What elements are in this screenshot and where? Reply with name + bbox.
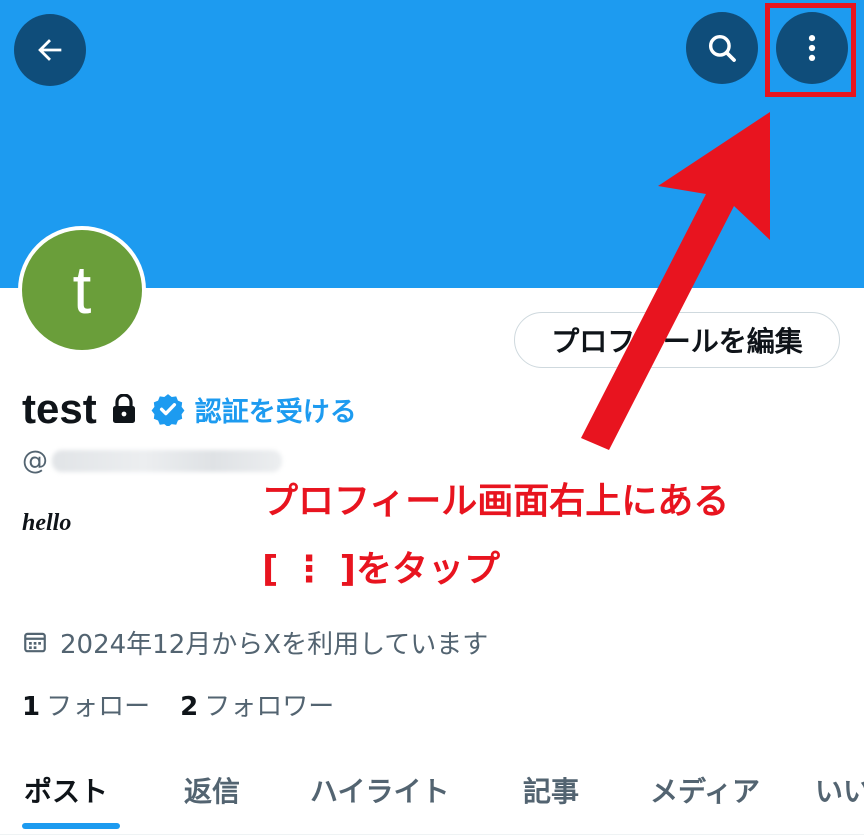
back-button[interactable] bbox=[14, 14, 86, 86]
arrow-left-icon bbox=[38, 39, 62, 61]
avatar-letter: t bbox=[22, 230, 142, 350]
get-verified-link[interactable]: 認証を受ける bbox=[195, 390, 357, 429]
lock-icon bbox=[112, 394, 135, 423]
profile-tabs: ポスト 返信 ハイライト 記事 メディア いい bbox=[0, 752, 864, 835]
tab-articles[interactable]: 記事 bbox=[523, 770, 579, 810]
annotation-highlight-box bbox=[765, 3, 856, 97]
tab-replies[interactable]: 返信 bbox=[184, 770, 240, 810]
handle: @ bbox=[22, 446, 282, 476]
following-link[interactable]: 1 フォロー bbox=[22, 686, 150, 723]
profile-name-row: test 認証を受ける bbox=[22, 384, 357, 434]
handle-blurred bbox=[52, 450, 282, 472]
tab-likes[interactable]: いい bbox=[815, 770, 864, 810]
bio: hello bbox=[22, 510, 72, 536]
search-icon bbox=[708, 34, 736, 62]
joined-date: 2024年12月からXを利用しています bbox=[22, 624, 488, 660]
tab-posts[interactable]: ポスト bbox=[24, 770, 108, 810]
annotation-text-line1: プロフィール画面右上にある bbox=[262, 481, 730, 522]
verified-badge-icon[interactable] bbox=[151, 392, 185, 426]
calendar-icon bbox=[24, 632, 46, 653]
followers-count: 2 bbox=[180, 691, 199, 722]
following-count: 1 bbox=[22, 691, 41, 722]
display-name: test bbox=[22, 385, 97, 432]
handle-prefix: @ bbox=[22, 446, 48, 476]
tab-highlights[interactable]: ハイライト bbox=[310, 770, 449, 810]
followers-label: フォロワー bbox=[204, 691, 335, 722]
follow-stats: 1 フォロー 2 フォロワー bbox=[22, 686, 334, 722]
joined-text: 2024年12月からXを利用しています bbox=[60, 629, 489, 660]
active-tab-indicator bbox=[22, 823, 120, 829]
tab-media[interactable]: メディア bbox=[650, 770, 760, 810]
following-label: フォロー bbox=[46, 691, 151, 722]
avatar[interactable]: t bbox=[18, 226, 146, 354]
annotation-text-line2: [ ⋮ ]をタップ bbox=[262, 549, 500, 590]
followers-link[interactable]: 2 フォロワー bbox=[180, 686, 334, 723]
edit-profile-button[interactable]: プロフィールを編集 bbox=[514, 312, 840, 368]
search-button[interactable] bbox=[686, 12, 758, 84]
